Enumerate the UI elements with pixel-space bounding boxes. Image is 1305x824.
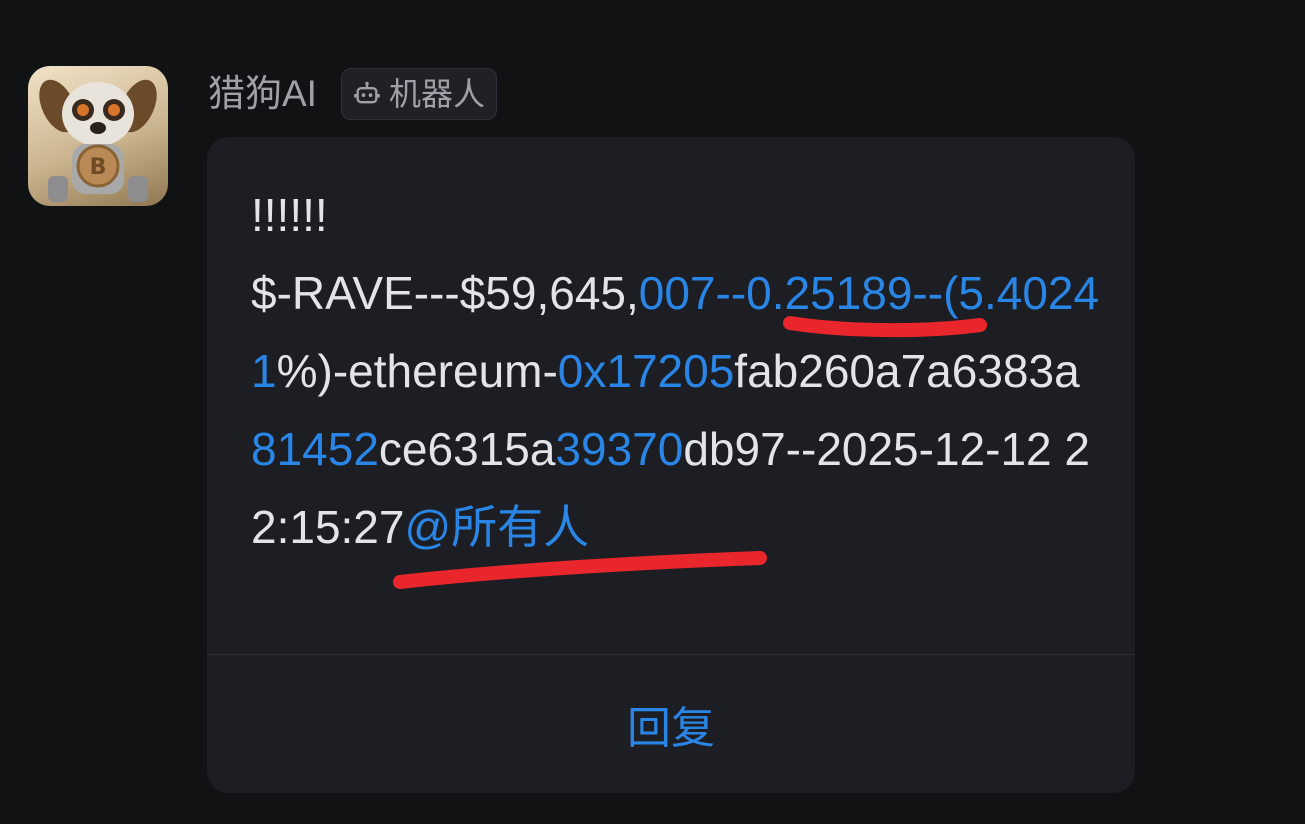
robot-dog-bitcoin-icon: B [39, 79, 157, 202]
message-link[interactable]: 0x17205 [558, 345, 735, 397]
reply-button[interactable]: 回复 [207, 655, 1135, 793]
svg-text:B: B [90, 155, 107, 180]
bot-badge: 机器人 [341, 68, 497, 120]
message-line-1: !!!!!! [251, 189, 328, 241]
robot-icon [354, 81, 380, 104]
message-segment: ce6315a [378, 423, 556, 475]
message-link[interactable]: 81452 [251, 423, 379, 475]
message-card: !!!!!! $-RAVE---$59,645,007--0.25189--(5.… [207, 137, 1135, 793]
avatar[interactable]: B [28, 66, 168, 206]
message-segment: fab260a7a6383a [734, 345, 1080, 397]
bot-badge-label: 机器人 [388, 76, 485, 112]
message-text: !!!!!! $-RAVE---$59,645,007--0.25189--(5.… [251, 176, 1101, 566]
message-segment: %)-ethereum- [276, 345, 558, 397]
message-link[interactable]: 39370 [555, 423, 683, 475]
mention-all[interactable]: @所有人 [404, 501, 589, 553]
sender-name: 猎狗AI [208, 73, 317, 114]
message-segment: $-RAVE---$59,645, [251, 267, 639, 319]
